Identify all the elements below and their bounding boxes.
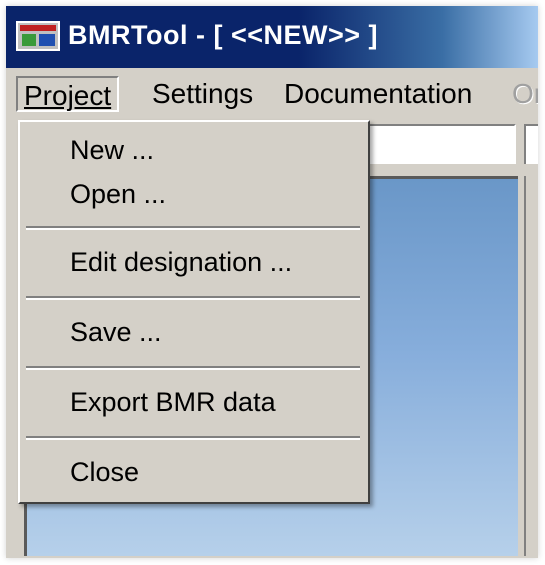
- menu-item-open[interactable]: Open ...: [20, 172, 368, 216]
- menu-project-label: Project: [24, 80, 112, 111]
- toolbar-input-field-secondary[interactable]: [524, 124, 538, 164]
- window-title: BMRTool - [ <<NEW>> ]: [68, 20, 379, 50]
- menu-separator: [26, 226, 360, 230]
- menu-separator: [26, 296, 360, 300]
- menu-settings[interactable]: Settings: [146, 76, 259, 112]
- menu-bar: Project Settings Documentation Or: [6, 68, 538, 120]
- bmrtool-app-icon[interactable]: [16, 21, 60, 51]
- side-panel: [524, 176, 538, 556]
- menu-item-new[interactable]: New ...: [20, 128, 368, 172]
- menu-settings-label: Settings: [152, 78, 254, 109]
- menu-extra-label: Or: [512, 78, 538, 109]
- menu-extra-disabled: Or: [506, 76, 538, 112]
- title-bar[interactable]: BMRTool - [ <<NEW>> ]: [6, 6, 538, 68]
- project-menu-dropdown: New ... Open ... Edit designation ... Sa…: [18, 120, 370, 504]
- menu-item-close[interactable]: Close: [20, 450, 368, 494]
- menu-documentation-label: Documentation: [284, 78, 473, 109]
- menu-item-save[interactable]: Save ...: [20, 310, 368, 354]
- menu-item-export-bmr-data[interactable]: Export BMR data: [20, 380, 368, 424]
- menu-separator: [26, 366, 360, 370]
- toolbar-input-field[interactable]: [356, 124, 516, 164]
- menu-item-edit-designation[interactable]: Edit designation ...: [20, 240, 368, 284]
- menu-documentation[interactable]: Documentation: [278, 76, 478, 112]
- menu-separator: [26, 436, 360, 440]
- menu-project[interactable]: Project: [16, 76, 120, 112]
- app-window: BMRTool - [ <<NEW>> ] Project Settings D…: [6, 6, 538, 558]
